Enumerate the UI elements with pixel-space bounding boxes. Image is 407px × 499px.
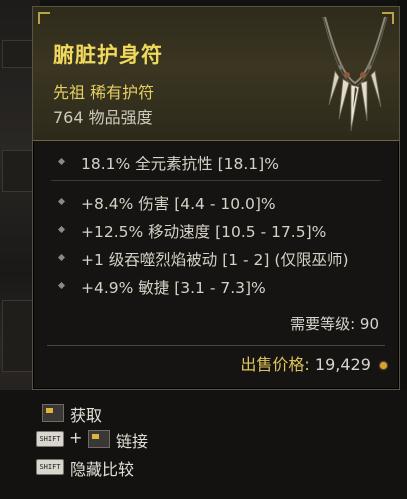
level-requirement: 需要等级: 90 [290,315,379,333]
sell-price: 出售价格: 19,429 [240,351,387,375]
mouse-icon [88,430,110,448]
item-tooltip: 腑脏护身符 先祖 稀有护符 764 物品强度 18.1% 全元素抗性 [18.1… [32,6,400,390]
stat-text: +1 级吞噬烈焰被动 [1 - 2] (仅限巫师) [81,251,349,269]
bullet-icon [57,157,66,166]
bullet-icon [57,281,66,290]
background-skull-ornament [2,300,34,372]
link-label: 链接 [116,432,149,451]
bullet-icon [57,253,66,262]
divider [47,345,385,346]
stat-text: 18.1% 全元素抗性 [18.1]% [81,155,279,173]
stat-text: +8.4% 伤害 [4.4 - 10.0]% [81,195,276,213]
background-rune [2,150,34,192]
item-rarity: 先祖 稀有护符 [53,83,155,102]
plus-sign: + [69,428,83,447]
item-header: 腑脏护身符 先祖 稀有护符 764 物品强度 [33,7,399,141]
acquire-label: 获取 [70,406,103,425]
sell-price-label: 出售价格: [240,355,310,374]
item-power: 764 物品强度 [53,108,153,127]
shift-key-icon: SHIFT [36,431,64,447]
bullet-icon [57,197,66,206]
hide-compare-label: 隐藏比较 [70,460,135,479]
background-rune [2,40,34,68]
shift-key-icon: SHIFT [36,459,64,475]
sell-price-value: 19,429 [314,355,371,374]
item-name: 腑脏护身符 [53,43,163,67]
gold-coin-icon [380,362,387,369]
corner-ornament [38,12,50,24]
mouse-icon [42,404,64,422]
stat-text: +12.5% 移动速度 [10.5 - 17.5]% [81,223,327,241]
divider [51,180,381,181]
stat-text: +4.9% 敏捷 [3.1 - 7.3]% [81,279,266,297]
necklace-icon [322,16,388,132]
bullet-icon [57,225,66,234]
